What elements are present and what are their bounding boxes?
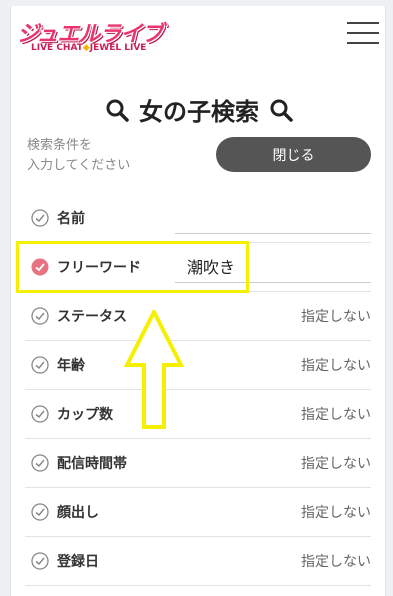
field-label: 登録日: [57, 554, 99, 570]
page-title-text: 女の子検索: [139, 98, 259, 126]
search-hint: 検索条件を 入力してください: [27, 138, 131, 173]
check-circle-icon: [31, 503, 49, 521]
field-label: カップ数: [57, 407, 113, 423]
field-row-name[interactable]: 名前: [25, 194, 371, 243]
field-label: 年齢: [57, 358, 85, 374]
jewel-icon: ◆: [82, 43, 90, 53]
field-value: 指定しない: [301, 456, 371, 472]
field-label: ステータス: [57, 309, 127, 325]
field-value: 指定しない: [301, 407, 371, 423]
logo-tagline: LIVE CHAT◆JEWEL LIVE: [31, 43, 146, 53]
search-icon: [270, 99, 294, 122]
search-page: ジュエルライブ LIVE CHAT◆JEWEL LIVE 女の子検索 検索条件を…: [10, 6, 386, 596]
logo-tagline-left: LIVE CHAT: [31, 43, 83, 53]
annotation-up-arrow-icon: [124, 310, 184, 429]
field-value: 指定しない: [301, 505, 371, 521]
check-circle-icon: [31, 209, 49, 227]
annotation-highlight-box: [16, 241, 249, 293]
field-value: 指定しない: [301, 554, 371, 570]
input-underline: [175, 233, 371, 234]
check-circle-icon: [31, 405, 49, 423]
close-button[interactable]: 閉じる: [216, 137, 371, 172]
check-circle-icon: [31, 356, 49, 374]
field-label: 顔出し: [57, 505, 99, 521]
field-row-registration-date[interactable]: 登録日 指定しない: [25, 537, 371, 586]
field-value: 指定しない: [301, 309, 371, 325]
name-input[interactable]: [175, 204, 371, 230]
field-label: 名前: [57, 211, 85, 227]
field-row-broadcast-time[interactable]: 配信時間帯 指定しない: [25, 439, 371, 488]
field-row-face-shown[interactable]: 顔出し 指定しない: [25, 488, 371, 537]
field-row-age[interactable]: 年齢 指定しない: [25, 341, 371, 390]
field-value: 指定しない: [301, 358, 371, 374]
header: ジュエルライブ LIVE CHAT◆JEWEL LIVE: [11, 6, 387, 66]
check-circle-icon: [31, 307, 49, 325]
hamburger-menu-icon[interactable]: [347, 22, 379, 44]
logo-tagline-right: JEWEL LIVE: [89, 43, 147, 53]
search-icon: [106, 99, 129, 122]
field-row-status[interactable]: ステータス 指定しない: [25, 292, 371, 341]
logo[interactable]: ジュエルライブ LIVE CHAT◆JEWEL LIVE: [17, 16, 163, 60]
check-circle-icon: [31, 552, 49, 570]
field-label: 配信時間帯: [57, 456, 127, 472]
check-circle-icon: [31, 454, 49, 472]
page-title: 女の子検索: [11, 92, 387, 127]
field-row-cup-size[interactable]: カップ数 指定しない: [25, 390, 371, 439]
